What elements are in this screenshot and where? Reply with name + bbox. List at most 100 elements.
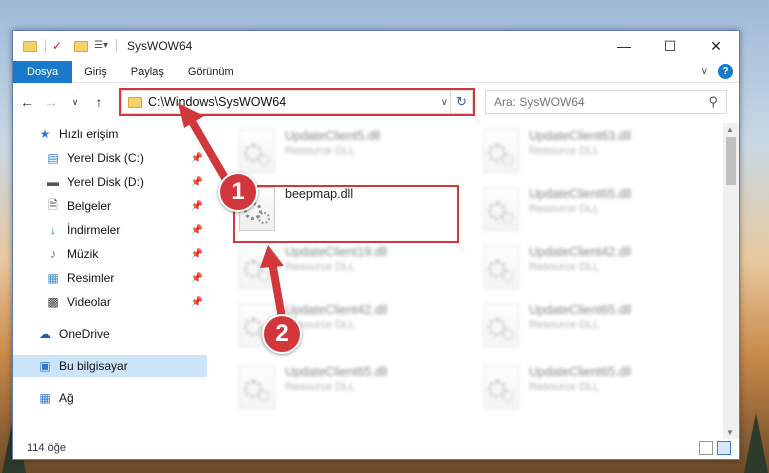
file-type: Resource DLL	[529, 203, 600, 215]
file-name: UpdateClient63.dll	[529, 129, 632, 143]
step-1-badge: 1	[218, 172, 258, 212]
expand-ribbon-icon[interactable]: ∨	[701, 66, 708, 77]
sidebar-item-quick-access[interactable]: ★ Hızlı erişim	[13, 123, 207, 145]
title-bar: ✓ ☰▾ SysWOW64 — ☐ ✕	[13, 31, 739, 61]
navigation-pane: ★ Hızlı erişim ▤ Yerel Disk (C:) 📌 ▬ Yer…	[13, 123, 207, 439]
window-title: SysWOW64	[127, 39, 193, 53]
sidebar-item-music[interactable]: ♪ Müzik 📌	[13, 243, 207, 265]
file-item[interactable]: UpdateClient42.dll Resource DLL	[483, 243, 703, 295]
sidebar-item-label: Yerel Disk (D:)	[67, 175, 144, 189]
vertical-scrollbar[interactable]: ▲ ▼	[723, 123, 739, 439]
background-tree	[744, 413, 768, 473]
pin-icon[interactable]: 📌	[191, 201, 203, 212]
sidebar-item-local-disk-d[interactable]: ▬ Yerel Disk (D:) 📌	[13, 171, 207, 193]
file-name: UpdateClient19.dll	[285, 245, 388, 259]
pin-icon[interactable]: 📌	[191, 297, 203, 308]
file-type: Resource DLL	[529, 145, 600, 157]
divider	[45, 39, 46, 53]
file-name: UpdateClient65.dll	[529, 187, 632, 201]
file-list: UpdateClient5.dll Resource DLL UpdateClie…	[219, 123, 725, 439]
tab-view[interactable]: Görünüm	[176, 61, 246, 83]
divider	[116, 39, 117, 53]
dll-file-icon	[483, 129, 519, 173]
pin-icon[interactable]: 📌	[191, 273, 203, 284]
status-bar: 114 öğe	[13, 437, 739, 459]
pin-icon[interactable]: 📌	[191, 225, 203, 236]
documents-icon: 🗎	[48, 197, 58, 212]
close-button[interactable]: ✕	[693, 31, 739, 61]
network-icon: ▦	[39, 391, 51, 405]
tab-home[interactable]: Giriş	[72, 61, 119, 83]
scrollbar-thumb[interactable]	[726, 137, 736, 185]
sidebar-item-label: Belgeler	[67, 199, 112, 213]
scroll-down-icon[interactable]: ▼	[726, 428, 734, 437]
sidebar-item-label: Resimler	[67, 271, 115, 285]
file-item[interactable]: UpdateClient65.dll Resource DLL	[483, 185, 703, 237]
sidebar-item-documents[interactable]: 🗎 Belgeler 📌	[13, 195, 207, 217]
file-item[interactable]: UpdateClient65.dll Resource DLL	[483, 301, 703, 353]
search-icon[interactable]: ⚲	[708, 94, 718, 110]
pin-icon[interactable]: 📌	[191, 153, 203, 164]
forward-arrow-icon[interactable]: →	[41, 94, 61, 110]
file-name: UpdateClient42.dll	[285, 303, 388, 317]
scroll-up-icon[interactable]: ▲	[726, 125, 734, 134]
sidebar-item-label: İndirmeler	[67, 223, 121, 237]
computer-icon: ▣	[39, 359, 51, 373]
dll-file-icon	[483, 187, 519, 231]
sidebar-item-videos[interactable]: ▩ Videolar 📌	[13, 291, 207, 313]
sidebar-item-pictures[interactable]: ▦ Resimler 📌	[13, 267, 207, 289]
file-type: Resource DLL	[285, 145, 356, 157]
sidebar-item-downloads[interactable]: ↓ İndirmeler 📌	[13, 219, 207, 241]
help-icon[interactable]: ?	[718, 64, 733, 79]
sidebar-item-this-pc[interactable]: ▣ Bu bilgisayar	[13, 355, 207, 377]
search-input[interactable]	[494, 95, 694, 109]
step-2-badge: 2	[262, 314, 302, 354]
file-name: UpdateClient65.dll	[285, 365, 388, 379]
ribbon-tabs: Dosya Giriş Paylaş Görünüm	[13, 60, 739, 83]
sidebar-item-network[interactable]: ▦ Ağ	[13, 387, 207, 409]
sidebar-item-label: Videolar	[67, 295, 111, 309]
download-icon: ↓	[50, 223, 56, 237]
details-view-icon[interactable]	[699, 441, 713, 455]
address-highlight-box	[119, 88, 475, 116]
folder-icon	[23, 40, 37, 52]
tab-share[interactable]: Paylaş	[119, 61, 176, 83]
pictures-icon: ▦	[47, 271, 59, 285]
file-name: UpdateClient42.dll	[529, 245, 632, 259]
minimize-button[interactable]: —	[601, 31, 647, 61]
file-name: UpdateClient5.dll	[285, 129, 381, 143]
cloud-icon: ☁	[39, 327, 51, 341]
properties-icon[interactable]: ✓	[52, 39, 66, 53]
file-highlight-box	[233, 185, 459, 243]
file-type: Resource DLL	[285, 261, 356, 273]
large-icons-view-icon[interactable]	[717, 441, 731, 455]
file-item[interactable]: UpdateClient65.dll Resource DLL	[483, 363, 703, 415]
sidebar-item-local-disk-c[interactable]: ▤ Yerel Disk (C:) 📌	[13, 147, 207, 169]
sidebar-item-label: Hızlı erişim	[59, 127, 119, 141]
file-item[interactable]: UpdateClient19.dll Resource DLL	[239, 243, 459, 295]
dll-file-icon	[239, 365, 275, 409]
dll-file-icon	[239, 129, 275, 173]
file-item[interactable]: UpdateClient63.dll Resource DLL	[483, 127, 703, 179]
file-item[interactable]: UpdateClient65.dll Resource DLL	[239, 363, 459, 415]
up-arrow-icon[interactable]: ↑	[89, 94, 109, 110]
file-type: Resource DLL	[529, 261, 600, 273]
recent-locations-icon[interactable]: ∨	[65, 97, 85, 108]
sidebar-item-onedrive[interactable]: ☁ OneDrive	[13, 323, 207, 345]
maximize-button[interactable]: ☐	[647, 31, 693, 61]
pin-icon[interactable]: 📌	[191, 177, 203, 188]
new-folder-icon[interactable]	[74, 40, 88, 52]
back-arrow-icon[interactable]: ←	[17, 94, 37, 110]
dll-file-icon	[483, 365, 519, 409]
file-name: UpdateClient65.dll	[529, 303, 632, 317]
disk-icon: ▬	[47, 175, 59, 189]
sidebar-item-label: Ağ	[59, 391, 74, 405]
sidebar-item-label: Bu bilgisayar	[59, 359, 128, 373]
search-box[interactable]: ⚲	[485, 90, 727, 114]
tab-file[interactable]: Dosya	[13, 60, 73, 83]
sidebar-item-label: OneDrive	[59, 327, 110, 341]
customize-toolbar-icon[interactable]: ☰▾	[94, 39, 108, 53]
pin-icon[interactable]: 📌	[191, 249, 203, 260]
file-type: Resource DLL	[529, 381, 600, 393]
file-item[interactable]: UpdateClient5.dll Resource DLL	[239, 127, 459, 179]
